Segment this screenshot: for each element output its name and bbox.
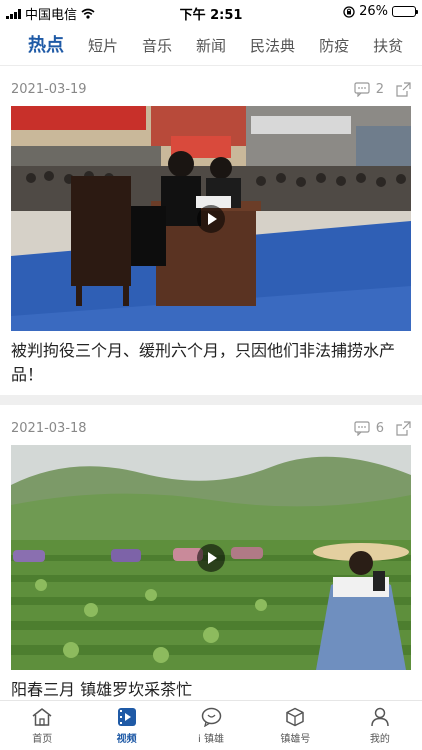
post-date: 2021-03-18 bbox=[11, 420, 87, 436]
tabbar-label: 视频 bbox=[116, 733, 137, 745]
orientation-lock-icon bbox=[343, 5, 355, 18]
tab-hot[interactable]: 热点 bbox=[0, 26, 76, 65]
tab-epidemic[interactable]: 防疫 bbox=[307, 26, 361, 65]
share-icon[interactable] bbox=[396, 81, 411, 97]
bottom-tab-bar: 首页 视频 i 镇雄 镇雄号 我的 bbox=[0, 700, 422, 750]
tab-civil-code[interactable]: 民法典 bbox=[238, 26, 307, 65]
video-thumbnail[interactable] bbox=[11, 106, 411, 331]
video-title[interactable]: 被判拘役三个月、缓刑六个月，只因他们非法捕捞水产品！ bbox=[11, 339, 411, 387]
video-card[interactable]: 2021-03-18 6 阳春三月 镇雄罗坎采茶忙 bbox=[0, 405, 422, 700]
tabbar-label: 首页 bbox=[32, 733, 53, 745]
play-icon[interactable] bbox=[197, 543, 225, 572]
tab-poverty-relief[interactable]: 扶贫 bbox=[361, 26, 415, 65]
tabbar-label: 我的 bbox=[369, 733, 390, 745]
video-title[interactable]: 阳春三月 镇雄罗坎采茶忙 bbox=[11, 678, 411, 700]
tabbar-item-home[interactable]: 首页 bbox=[0, 701, 84, 750]
video-icon bbox=[117, 707, 136, 726]
tabbar-item-izhenxiong[interactable]: i 镇雄 bbox=[169, 701, 253, 750]
tabbar-label: i 镇雄 bbox=[198, 733, 224, 745]
tabbar-item-zhenxiong-account[interactable]: 镇雄号 bbox=[253, 701, 337, 750]
tab-shorts[interactable]: 短片 bbox=[76, 26, 130, 65]
comment-icon bbox=[354, 420, 370, 436]
comment-button[interactable]: 2 bbox=[354, 82, 384, 97]
user-icon bbox=[371, 707, 389, 726]
share-icon[interactable] bbox=[396, 420, 411, 436]
tabbar-label: 镇雄号 bbox=[280, 733, 311, 745]
home-icon bbox=[32, 707, 52, 726]
comment-button[interactable]: 6 bbox=[354, 421, 384, 436]
chat-icon bbox=[201, 707, 221, 727]
battery-icon bbox=[392, 6, 418, 17]
play-icon[interactable] bbox=[197, 204, 225, 233]
tab-news[interactable]: 新闻 bbox=[184, 26, 238, 65]
category-tabs: 热点 短片 音乐 新闻 民法典 防疫 扶贫 bbox=[0, 26, 422, 66]
battery-percent: 26% bbox=[359, 4, 388, 19]
cube-icon bbox=[286, 707, 305, 726]
comment-count: 6 bbox=[375, 420, 384, 436]
tab-music[interactable]: 音乐 bbox=[130, 26, 184, 65]
video-thumbnail[interactable] bbox=[11, 445, 411, 670]
video-feed[interactable]: 2021-03-19 2 被判拘役三个月、缓刑六个月，只因他们非法捕捞水产品！ … bbox=[0, 66, 422, 700]
tabbar-item-video[interactable]: 视频 bbox=[84, 701, 168, 750]
post-date: 2021-03-19 bbox=[11, 81, 87, 97]
status-bar: 中国电信 下午 2:51 26% bbox=[0, 0, 422, 24]
comment-count: 2 bbox=[375, 81, 384, 97]
video-card[interactable]: 2021-03-19 2 被判拘役三个月、缓刑六个月，只因他们非法捕捞水产品！ bbox=[0, 66, 422, 395]
tabbar-item-mine[interactable]: 我的 bbox=[338, 701, 422, 750]
comment-icon bbox=[354, 81, 370, 97]
